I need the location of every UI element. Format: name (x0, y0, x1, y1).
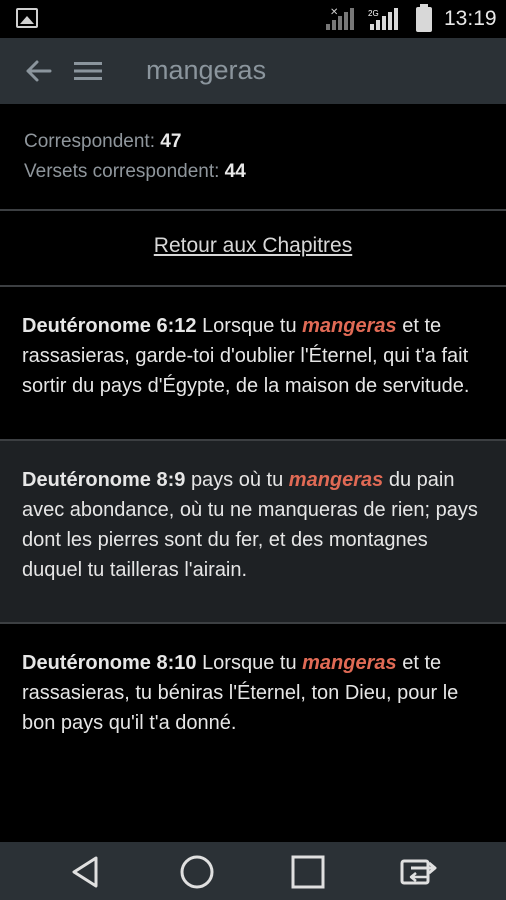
retour-section: Retour aux Chapitres (0, 211, 506, 285)
clock: 13:19 (444, 7, 497, 30)
verse-reference: Deutéronome 6:12 (22, 315, 197, 337)
verse-text-before: Lorsque tu (202, 652, 297, 674)
verses-label: Versets correspondent: (24, 161, 220, 182)
recents-square-icon[interactable] (288, 852, 328, 892)
switch-sim-icon[interactable] (399, 852, 439, 892)
app-bar: mangeras (0, 38, 506, 104)
matches-value: 47 (160, 131, 182, 152)
back-arrow-icon[interactable] (22, 55, 54, 87)
verse-text-before: Lorsque tu (202, 315, 297, 337)
signal-2g-icon: 2G (368, 8, 398, 30)
search-stats: Correspondent: 47 Versets correspondent:… (0, 104, 506, 209)
svg-text:✕: ✕ (330, 7, 338, 18)
verse-text-before: pays où tu (190, 469, 284, 491)
home-circle-icon[interactable] (177, 852, 217, 892)
verse-item[interactable]: Deutéronome 8:10 Lorsque tu mangeras et … (0, 624, 506, 734)
verses-count-line: Versets correspondent: 44 (24, 161, 246, 183)
menu-icon[interactable] (72, 55, 104, 87)
back-to-chapters-link[interactable]: Retour aux Chapitres (154, 234, 352, 258)
status-bar: ✕ 2G 13:19 (0, 0, 506, 38)
verse-item[interactable]: Deutéronome 6:12 Lorsque tu mangeras et … (0, 287, 506, 439)
matches-label: Correspondent: (24, 131, 155, 152)
verse-highlight: mangeras (302, 315, 397, 337)
system-nav-bar (0, 842, 506, 900)
signal-icon: ✕ (326, 7, 354, 30)
battery-icon (416, 4, 432, 32)
network-label: 2G (368, 9, 379, 18)
image-icon (16, 8, 38, 28)
verse-highlight: mangeras (288, 469, 384, 491)
matches-count-line: Correspondent: 47 (24, 131, 181, 153)
verse-reference: Deutéronome 8:10 (22, 652, 197, 674)
verses-value: 44 (224, 161, 246, 182)
verse-reference: Deutéronome 8:9 (22, 469, 186, 491)
verse-highlight: mangeras (302, 652, 397, 674)
verse-item[interactable]: Deutéronome 8:9 pays où tu mangeras du p… (0, 441, 506, 622)
search-title: mangeras (146, 55, 267, 85)
back-triangle-icon[interactable] (66, 852, 106, 892)
